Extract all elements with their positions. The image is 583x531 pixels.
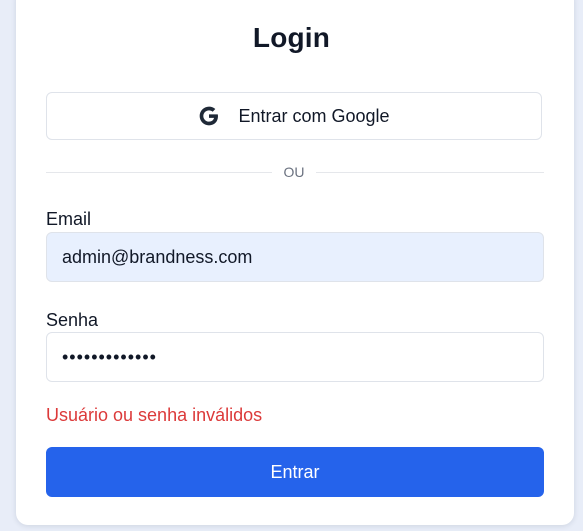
- divider-line-right: [316, 172, 544, 173]
- email-label: Email: [46, 209, 92, 229]
- divider-text: OU: [283, 164, 305, 180]
- error-message: Usuário ou senha inválidos: [46, 405, 263, 425]
- password-label: Senha: [46, 310, 99, 330]
- google-login-button[interactable]: Entrar com Google: [46, 92, 542, 140]
- google-login-label: Entrar com Google: [238, 105, 390, 126]
- divider-line-left: [46, 172, 272, 173]
- submit-button[interactable]: Entrar: [46, 447, 544, 497]
- email-input[interactable]: [46, 232, 544, 282]
- google-icon: [198, 105, 220, 127]
- or-divider: OU: [46, 162, 544, 182]
- password-input[interactable]: [46, 332, 544, 382]
- page-title: Login: [252, 22, 331, 53]
